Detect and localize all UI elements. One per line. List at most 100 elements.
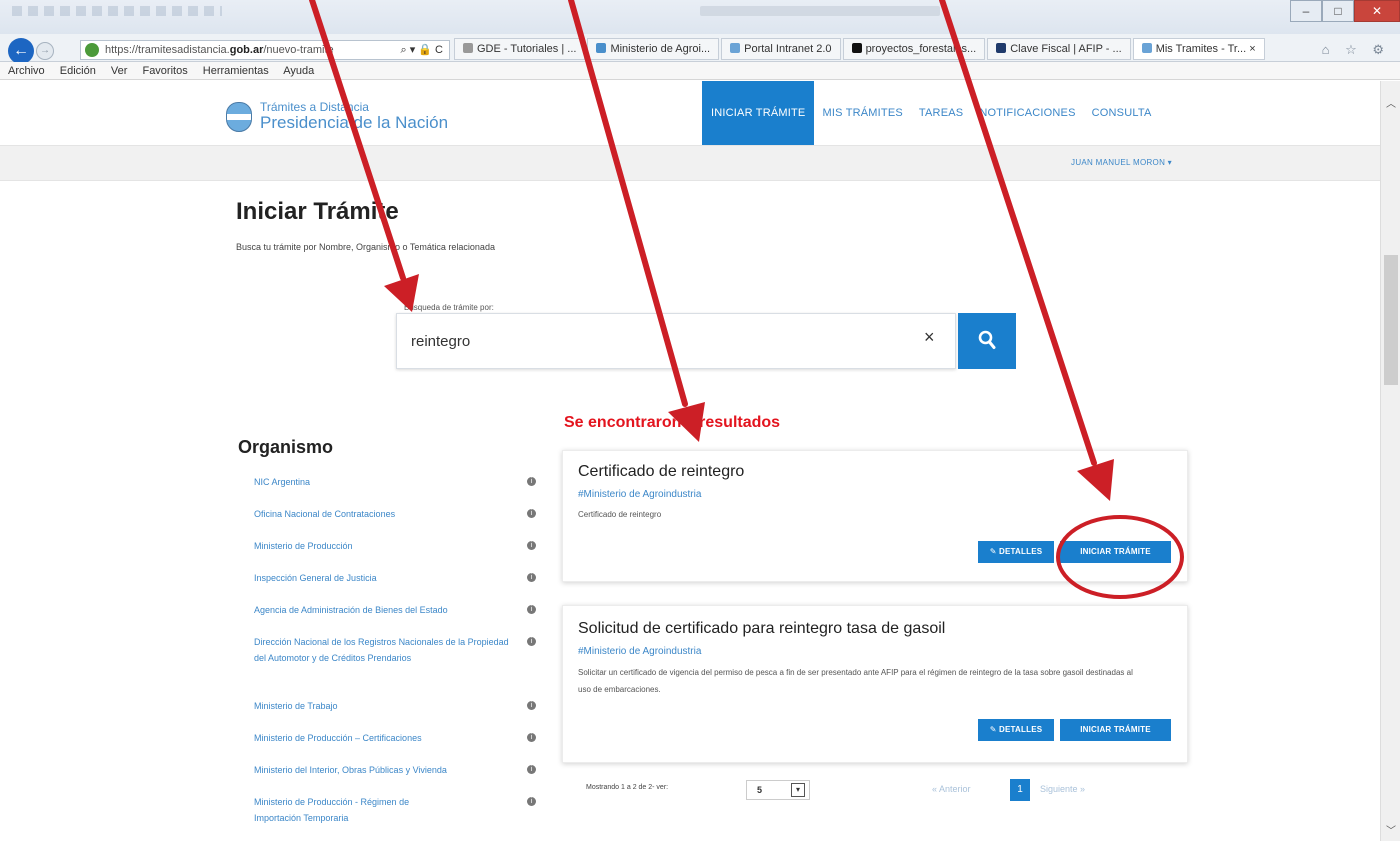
info-icon[interactable]: i: [527, 573, 536, 582]
result-organismo[interactable]: #Ministerio de Agroindustria: [578, 489, 701, 500]
tab-favicon-icon: [730, 43, 741, 53]
per-page-select[interactable]: 5 ▾: [746, 780, 810, 800]
result-card: Certificado de reintegro #Ministerio de …: [562, 450, 1188, 582]
prev-page-link[interactable]: « Anterior: [932, 784, 971, 794]
organismo-item[interactable]: Ministerio de Producción - Régimen de Im…: [254, 794, 544, 830]
page-title: Iniciar Trámite: [236, 198, 399, 225]
result-title[interactable]: Certificado de reintegro: [578, 463, 744, 481]
chevron-down-icon: ▾: [791, 783, 805, 797]
browser-tab[interactable]: Portal Intranet 2.0: [721, 38, 841, 60]
main-nav: INICIAR TRÁMITE MIS TRÁMITES TAREAS NOTI…: [702, 81, 1160, 145]
organismo-item[interactable]: Dirección Nacional de los Registros Naci…: [254, 634, 544, 698]
nav-consulta[interactable]: CONSULTA: [1084, 81, 1160, 145]
info-icon[interactable]: i: [527, 605, 536, 614]
url-prefix: https://tramitesadistancia.: [105, 44, 230, 56]
organismo-item[interactable]: NIC Argentina i: [254, 474, 544, 506]
info-icon[interactable]: i: [527, 765, 536, 774]
argentina-shield-icon: [226, 101, 252, 132]
info-icon[interactable]: i: [527, 637, 536, 646]
clear-icon[interactable]: ×: [924, 327, 935, 348]
menu-bar: Archivo Edición Ver Favoritos Herramient…: [0, 62, 1400, 80]
scroll-up-icon[interactable]: ︿: [1381, 95, 1400, 110]
browser-tab[interactable]: proyectos_forestales...: [842, 38, 986, 60]
menu-edicion[interactable]: Edición: [60, 65, 96, 77]
menu-ver[interactable]: Ver: [111, 65, 128, 77]
browser-tabs: GDE - Tutoriales | ... Ministerio de Agr…: [454, 38, 1265, 60]
info-icon[interactable]: i: [527, 541, 536, 550]
site-logo[interactable]: Trámites a Distancia Presidencia de la N…: [226, 101, 448, 132]
browser-tab-active[interactable]: Mis Tramites - Tr... ×: [1132, 38, 1265, 60]
window-titlebar: – □ ✕: [0, 0, 1400, 34]
organismo-item[interactable]: Ministerio de Producción – Certificacion…: [254, 730, 544, 762]
organismo-item[interactable]: Ministerio de Trabajo i: [254, 698, 544, 730]
result-organismo[interactable]: #Ministerio de Agroindustria: [578, 646, 701, 657]
quick-access-toolbar: [12, 6, 222, 16]
browser-tab[interactable]: Clave Fiscal | AFIP - ...: [987, 38, 1131, 60]
start-tramite-button[interactable]: INICIAR TRÁMITE: [1060, 719, 1171, 741]
scroll-thumb[interactable]: [1384, 255, 1398, 385]
tab-favicon-icon: [596, 43, 607, 53]
tab-favicon-icon: [1141, 43, 1152, 53]
search-label: Búsqueda de trámite por:: [404, 303, 494, 312]
details-button[interactable]: ✎ DETALLES: [978, 541, 1054, 563]
organismo-item[interactable]: Ministerio del Interior, Obras Públicas …: [254, 762, 544, 794]
back-arrow-icon[interactable]: ←: [8, 38, 34, 64]
results-count: Se encontraron 2 resultados: [564, 414, 781, 431]
menu-herramientas[interactable]: Herramientas: [203, 65, 269, 77]
info-icon[interactable]: i: [527, 509, 536, 518]
result-description: Solicitar un certificado de vigencia del…: [578, 668, 1133, 694]
organismo-item[interactable]: Oficina Nacional de Contrataciones i: [254, 506, 544, 538]
organismo-list: NIC Argentina i Oficina Nacional de Contr…: [254, 474, 544, 830]
search-input[interactable]: reintegro: [396, 313, 956, 369]
address-bar[interactable]: https://tramitesadistancia.gob.ar/nuevo-…: [80, 40, 450, 60]
tab-favicon-icon: [851, 43, 862, 53]
organismo-title: Organismo: [238, 437, 334, 457]
site-header: [0, 81, 1380, 145]
forward-arrow-icon[interactable]: →: [36, 42, 54, 60]
search-icon: [978, 330, 996, 349]
page-scrollbar[interactable]: ︿ ﹀: [1380, 81, 1400, 841]
info-icon[interactable]: i: [527, 797, 536, 806]
nav-tareas[interactable]: TAREAS: [911, 81, 971, 145]
result-title[interactable]: Solicitud de certificado para reintegro …: [578, 620, 945, 638]
user-bar: JUAN MANUEL MORON ▾: [0, 145, 1380, 181]
browser-tab[interactable]: Ministerio de Agroi...: [587, 38, 720, 60]
window-controls: – □ ✕: [1290, 0, 1400, 22]
tab-favicon-icon: [463, 43, 473, 53]
info-icon[interactable]: i: [527, 733, 536, 742]
user-menu[interactable]: JUAN MANUEL MORON ▾: [1071, 158, 1172, 167]
pagination: Mostrando 1 a 2 de 2- ver: 5 ▾ « Anterior…: [562, 770, 1188, 810]
site-icon: [85, 43, 99, 57]
info-icon[interactable]: i: [527, 701, 536, 710]
menu-archivo[interactable]: Archivo: [8, 65, 45, 77]
tab-favicon-icon: [996, 43, 1007, 53]
page-1-button[interactable]: 1: [1010, 779, 1030, 801]
organismo-item[interactable]: Inspección General de Justicia i: [254, 570, 544, 602]
window-title: [700, 6, 940, 16]
url-domain: gob.ar: [229, 44, 264, 56]
start-tramite-button[interactable]: INICIAR TRÁMITE: [1060, 541, 1171, 563]
nav-iniciar-tramite[interactable]: INICIAR TRÁMITE: [702, 81, 815, 145]
close-icon[interactable]: ✕: [1354, 0, 1400, 22]
browser-tab[interactable]: GDE - Tutoriales | ...: [454, 38, 586, 60]
nav-notificaciones[interactable]: NOTIFICACIONES: [971, 81, 1083, 145]
organismo-item[interactable]: Ministerio de Producción i: [254, 538, 544, 570]
menu-favoritos[interactable]: Favoritos: [142, 65, 187, 77]
page-subtitle: Busca tu trámite por Nombre, Organismo o…: [236, 242, 495, 252]
minimize-icon[interactable]: –: [1290, 0, 1322, 22]
address-actions[interactable]: ⌕ ▾ 🔒 C: [401, 41, 444, 59]
search-button[interactable]: [958, 313, 1016, 369]
organismo-item[interactable]: Agencia de Administración de Bienes del …: [254, 602, 544, 634]
maximize-icon[interactable]: □: [1322, 0, 1354, 22]
nav-mis-tramites[interactable]: MIS TRÁMITES: [814, 81, 910, 145]
logo-line2: Presidencia de la Nación: [260, 113, 449, 132]
result-description: Certificado de reintegro: [578, 510, 662, 519]
info-icon[interactable]: i: [527, 477, 536, 486]
next-page-link[interactable]: Siguiente »: [1040, 784, 1085, 794]
url-path: /nuevo-tramite: [263, 44, 334, 56]
scroll-down-icon[interactable]: ﹀: [1381, 822, 1400, 837]
details-button[interactable]: ✎ DETALLES: [978, 719, 1054, 741]
pagination-summary: Mostrando 1 a 2 de 2- ver:: [586, 784, 669, 791]
browser-toolbar-icons[interactable]: ⌂ ☆ ⚙: [1322, 42, 1390, 58]
menu-ayuda[interactable]: Ayuda: [283, 65, 314, 77]
